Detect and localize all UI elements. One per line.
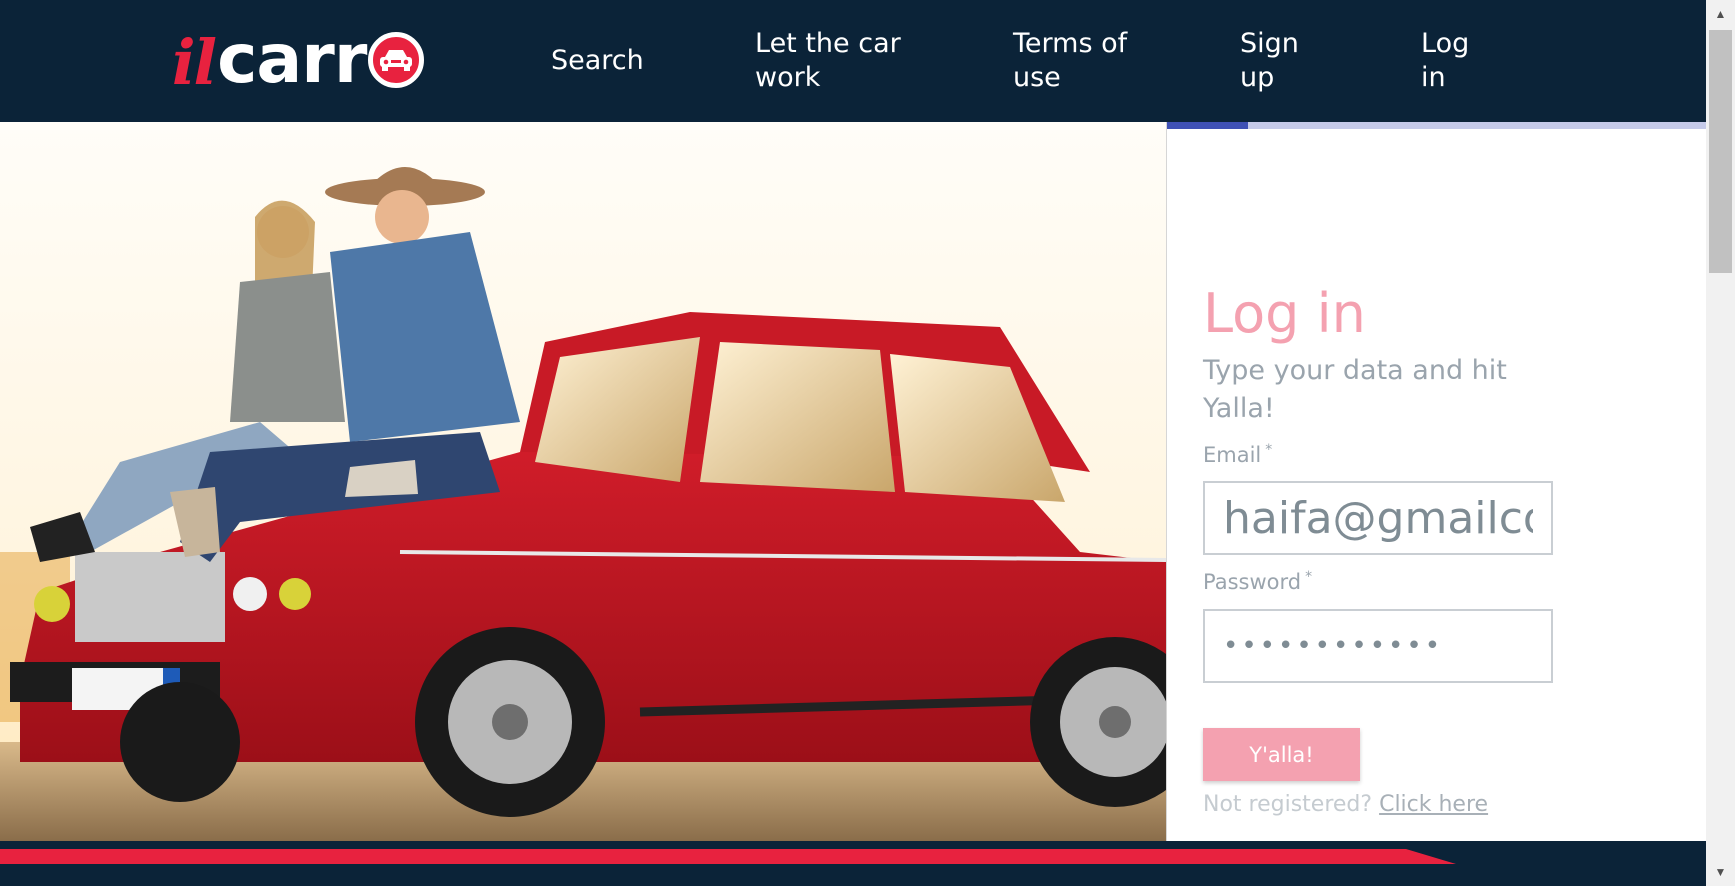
email-input[interactable] xyxy=(1223,492,1533,544)
login-title: Log in xyxy=(1203,282,1366,345)
top-navigation-bar: il carr Search Let the car work Terms of… xyxy=(0,0,1706,122)
car-icon xyxy=(368,32,425,88)
logo-carr-text: carr xyxy=(217,20,367,99)
nav-item-terms-of-use[interactable]: Terms of use xyxy=(1013,0,1153,122)
yalla-submit-button[interactable]: Y'alla! xyxy=(1203,728,1360,781)
login-panel: Log in Type your data and hit Yalla! Ema… xyxy=(1166,122,1707,841)
nav-item-let-the-car-work[interactable]: Let the car work xyxy=(755,0,935,122)
progress-bar xyxy=(1167,122,1707,129)
password-required-mark: * xyxy=(1305,569,1313,585)
email-required-mark: * xyxy=(1265,442,1273,458)
nav-terms-of-use-link[interactable]: Terms of use xyxy=(1013,27,1153,95)
red-car-photo-icon xyxy=(0,122,1166,841)
nav-item-search[interactable]: Search xyxy=(551,0,644,122)
vertical-scrollbar[interactable]: ▲ ▼ xyxy=(1706,0,1735,886)
email-label: Email * xyxy=(1203,442,1272,467)
footer-red-stripe-icon xyxy=(0,849,1456,864)
ilcarro-logo[interactable]: il carr xyxy=(172,20,425,99)
nav-sign-up-link[interactable]: Sign up xyxy=(1240,27,1320,95)
register-link[interactable]: Click here xyxy=(1379,792,1488,817)
nav-item-log-in[interactable]: Log in xyxy=(1421,0,1481,122)
register-prompt: Not registered? Click here xyxy=(1203,792,1488,817)
hero-image xyxy=(0,122,1166,841)
logo-il-text: il xyxy=(172,26,217,99)
email-field[interactable] xyxy=(1203,481,1553,555)
scroll-down-arrow-icon[interactable]: ▼ xyxy=(1706,860,1735,884)
nav-item-sign-up[interactable]: Sign up xyxy=(1240,0,1320,122)
register-prompt-text: Not registered? xyxy=(1203,792,1373,817)
login-subtitle: Type your data and hit Yalla! xyxy=(1203,355,1507,424)
scroll-up-arrow-icon[interactable]: ▲ xyxy=(1706,2,1735,26)
password-input[interactable] xyxy=(1223,631,1533,661)
password-label: Password * xyxy=(1203,569,1312,594)
email-label-text: Email xyxy=(1203,443,1262,467)
password-field[interactable] xyxy=(1203,609,1553,683)
footer-bar xyxy=(0,841,1706,886)
password-label-text: Password xyxy=(1203,570,1302,594)
scrollbar-thumb[interactable] xyxy=(1709,30,1732,273)
nav-log-in-link[interactable]: Log in xyxy=(1421,27,1481,95)
nav-search-link[interactable]: Search xyxy=(551,44,644,78)
nav-let-the-car-work-link[interactable]: Let the car work xyxy=(755,27,935,95)
progress-bar-fill xyxy=(1167,122,1248,129)
